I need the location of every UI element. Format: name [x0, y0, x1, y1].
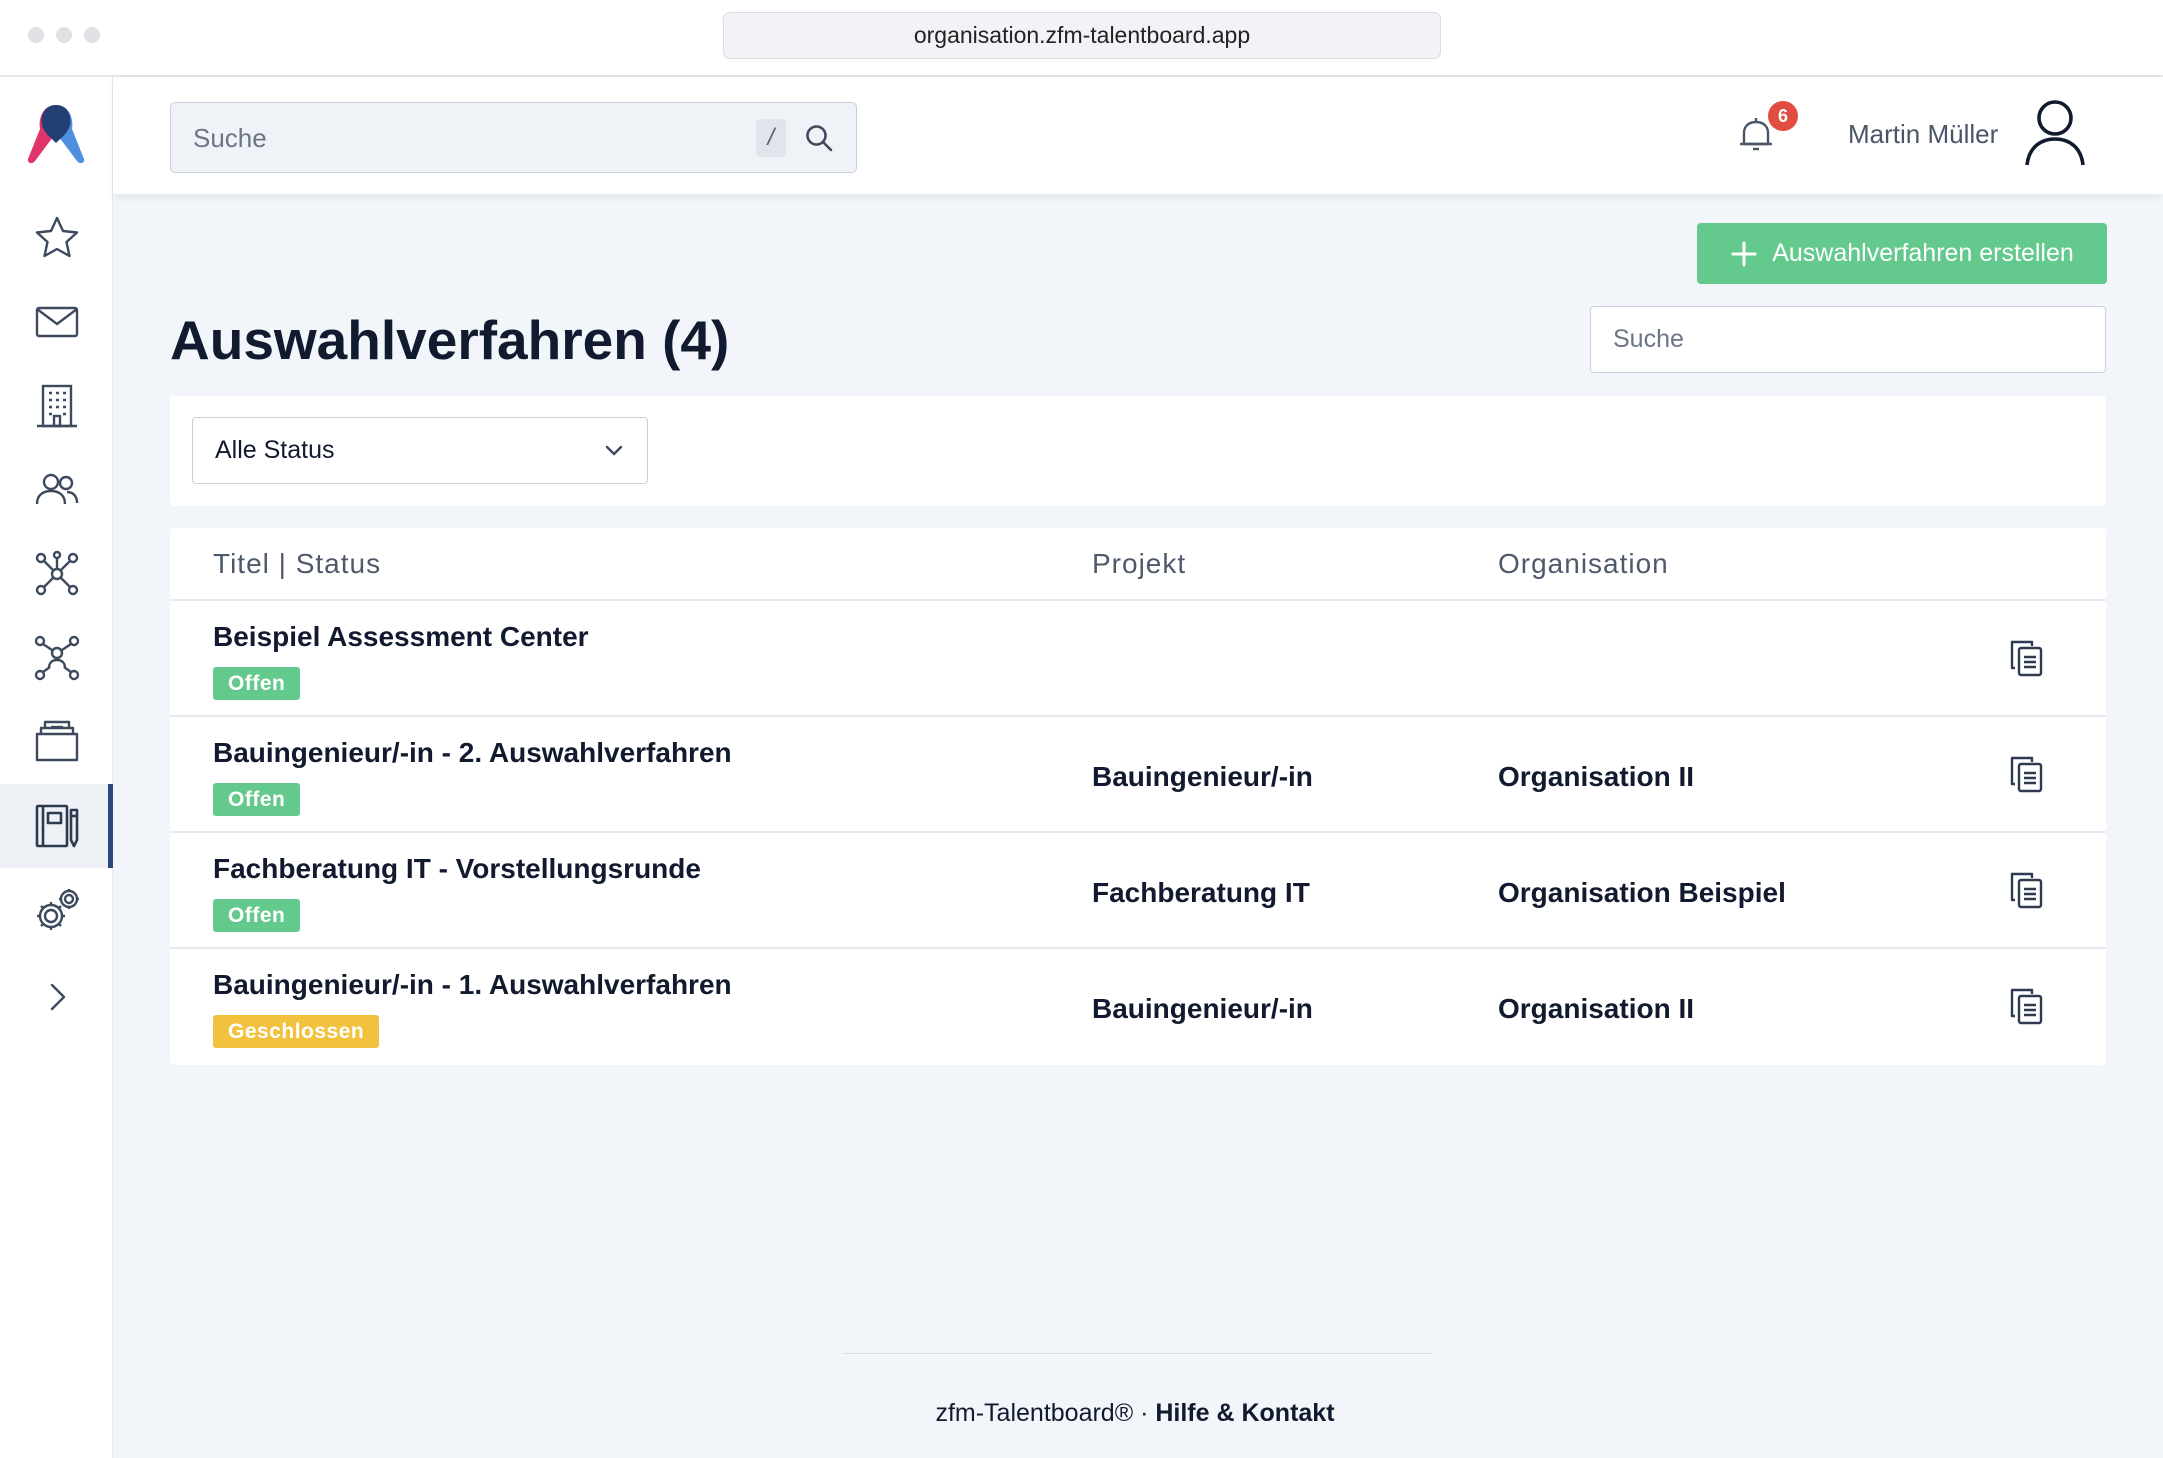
copy-icon[interactable]: [2007, 870, 2047, 910]
footer: zfm-Talentboard® · Hilfe & Kontakt: [0, 1399, 2163, 1428]
sidebar-item-users[interactable]: [0, 448, 113, 532]
help-contact-link[interactable]: Hilfe & Kontakt: [1155, 1399, 1334, 1427]
building-icon: [36, 384, 77, 428]
page-title: Auswahlverfahren (4): [170, 309, 730, 371]
chevron-right-icon: [50, 983, 65, 1011]
window-maximize-dot[interactable]: [84, 27, 100, 43]
procedures-table: Titel | Status Projekt Organisation Beis…: [170, 528, 2106, 1065]
star-icon: [35, 216, 78, 258]
table-row[interactable]: Bauingenieur/-in - 2. Auswahlverfahren O…: [170, 715, 2106, 831]
procedure-title[interactable]: Beispiel Assessment Center: [213, 621, 589, 653]
chevron-down-icon: [605, 445, 623, 456]
status-badge: Offen: [213, 667, 301, 700]
browser-chrome: organisation.zfm-talentboard.app: [0, 0, 2163, 77]
notification-count-badge: 6: [1768, 101, 1798, 131]
folder-icon: [35, 720, 78, 762]
user-avatar-icon[interactable]: [2023, 99, 2087, 167]
network-people-icon: [34, 635, 79, 681]
sidebar-item-network[interactable]: [0, 532, 113, 616]
create-button-label: Auswahlverfahren erstellen: [1772, 239, 2074, 267]
mail-icon: [35, 306, 78, 338]
sidebar-expand-button[interactable]: [0, 955, 113, 1039]
window-minimize-dot[interactable]: [56, 27, 72, 43]
copy-icon[interactable]: [2007, 986, 2047, 1026]
column-header-project: Projekt: [1092, 548, 1187, 579]
organisation-cell: Organisation Beispiel: [1498, 877, 1786, 908]
create-selection-procedure-button[interactable]: Auswahlverfahren erstellen: [1697, 223, 2107, 284]
sidebar-item-favorites[interactable]: [0, 196, 113, 280]
global-search-input[interactable]: [191, 103, 735, 173]
sidebar-item-network-people[interactable]: [0, 616, 113, 700]
column-header-title-status: Titel | Status: [213, 548, 382, 579]
status-filter-select[interactable]: Alle Status: [192, 417, 648, 484]
sidebar-item-organisations[interactable]: [0, 364, 113, 448]
procedure-title[interactable]: Bauingenieur/-in - 1. Auswahlverfahren: [213, 969, 732, 1001]
procedure-search-input[interactable]: [1590, 306, 2106, 373]
project-cell: Bauingenieur/-in: [1092, 761, 1313, 792]
copy-icon[interactable]: [2007, 754, 2047, 794]
gears-icon: [36, 889, 79, 930]
copy-icon[interactable]: [2007, 638, 2047, 678]
column-header-organisation: Organisation: [1498, 548, 1669, 579]
notebook-pen-icon: [35, 804, 78, 848]
sidebar-item-documents[interactable]: [0, 700, 113, 784]
organisation-cell: Organisation II: [1498, 993, 1695, 1024]
project-cell: Bauingenieur/-in: [1092, 993, 1313, 1024]
search-shortcut-key: /: [756, 119, 786, 157]
window-close-dot[interactable]: [28, 27, 44, 43]
global-search: /: [170, 102, 857, 173]
sidebar-item-messages[interactable]: [0, 280, 113, 364]
sidebar-item-settings[interactable]: [0, 868, 113, 952]
address-bar[interactable]: organisation.zfm-talentboard.app: [723, 12, 1441, 59]
status-badge: Offen: [213, 899, 301, 932]
procedure-title[interactable]: Fachberatung IT - Vorstellungsrunde: [213, 853, 701, 885]
users-icon: [35, 473, 78, 505]
table-row[interactable]: Bauingenieur/-in - 1. Auswahlverfahren G…: [170, 947, 2106, 1063]
top-header: / 6 Martin Müller: [113, 77, 2163, 194]
table-row[interactable]: Beispiel Assessment Center Offen: [170, 599, 2106, 715]
status-filter-value: Alle Status: [215, 436, 335, 464]
footer-brand: zfm-Talentboard®: [935, 1399, 1134, 1427]
plus-icon: [1731, 241, 1757, 266]
table-row[interactable]: Fachberatung IT - Vorstellungsrunde Offe…: [170, 831, 2106, 947]
search-icon[interactable]: [804, 123, 834, 153]
project-cell: Fachberatung IT: [1092, 877, 1310, 908]
filter-bar: Alle Status: [170, 396, 2106, 506]
sidebar: [0, 77, 113, 1458]
network-icon: [35, 550, 78, 596]
user-name[interactable]: Martin Müller: [1848, 119, 1998, 150]
status-badge: Offen: [213, 783, 301, 816]
footer-divider: [843, 1353, 1432, 1354]
footer-separator: ·: [1140, 1399, 1149, 1427]
sidebar-item-selection-procedures[interactable]: [0, 784, 113, 868]
app-logo-icon[interactable]: [26, 103, 86, 167]
status-badge: Geschlossen: [213, 1015, 380, 1048]
procedure-title[interactable]: Bauingenieur/-in - 2. Auswahlverfahren: [213, 737, 732, 769]
organisation-cell: Organisation II: [1498, 761, 1695, 792]
